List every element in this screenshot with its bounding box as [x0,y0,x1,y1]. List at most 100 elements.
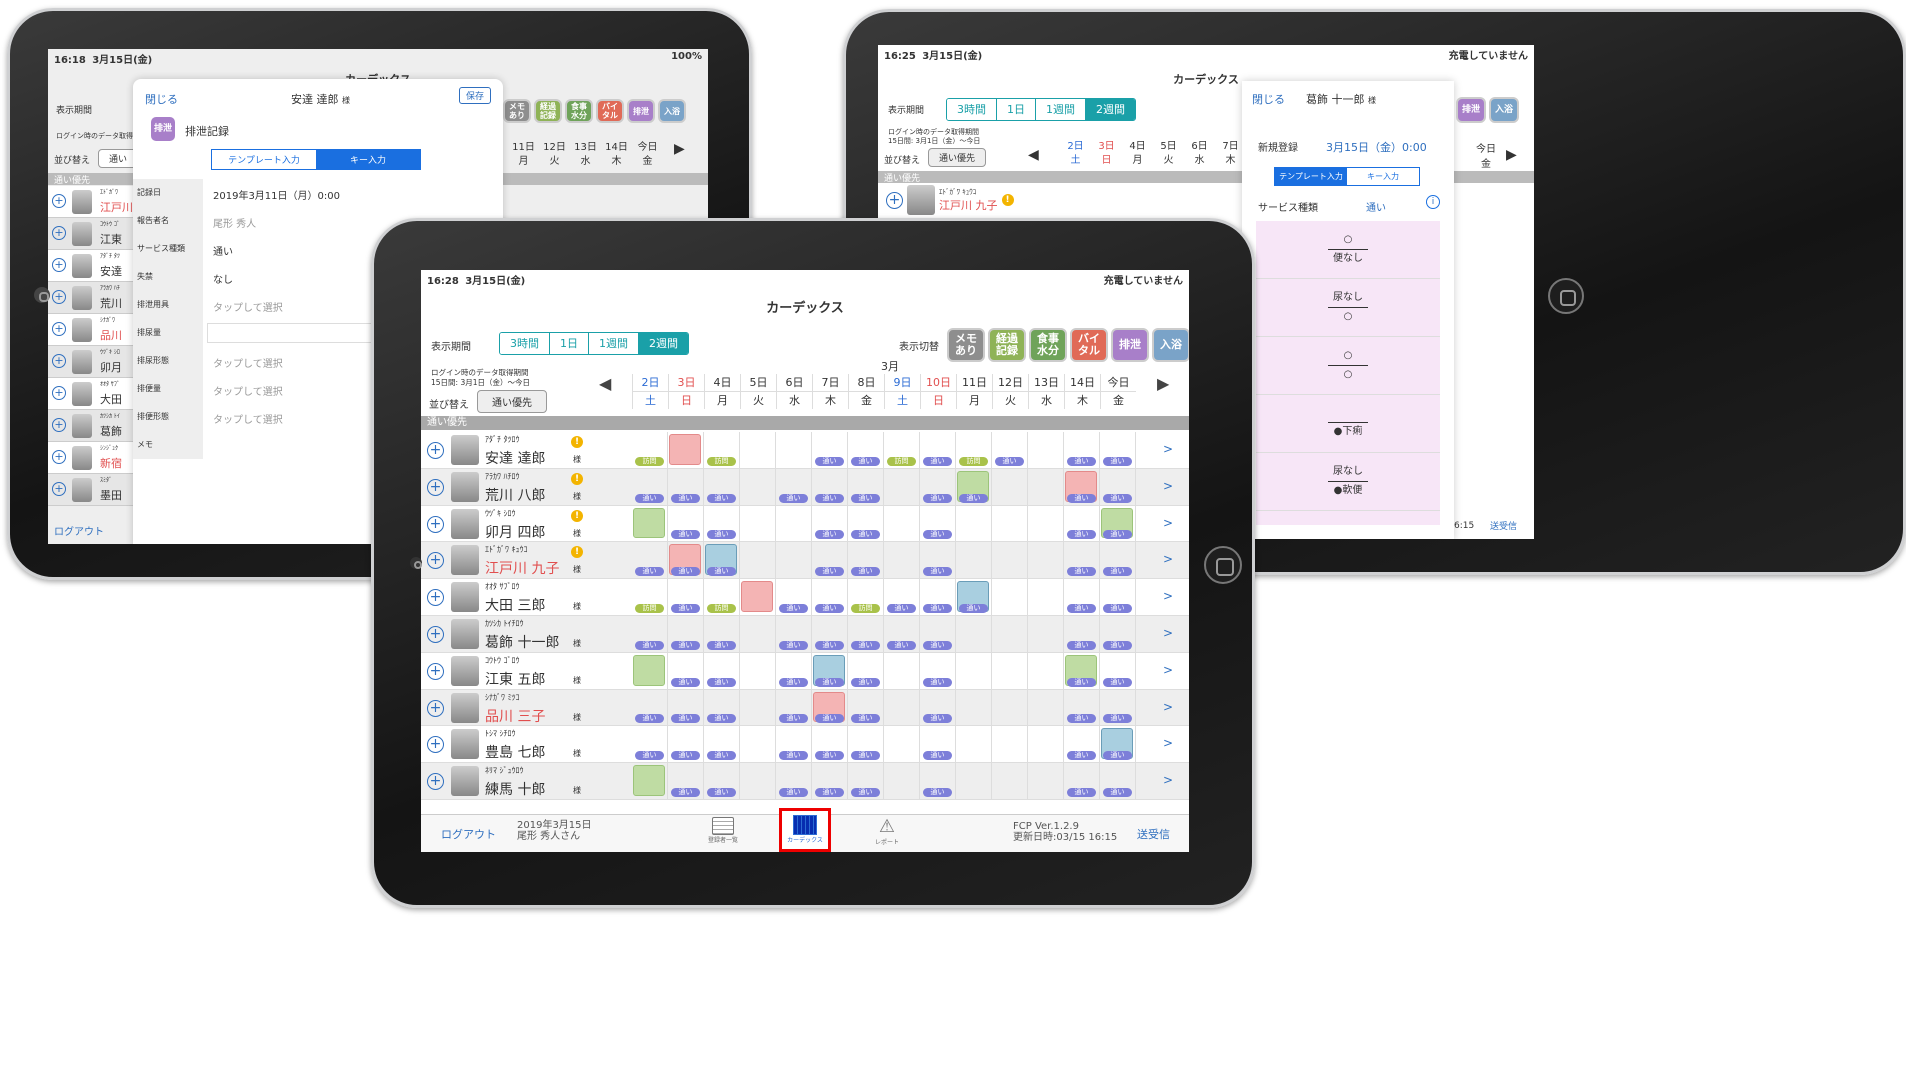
table-row[interactable]: + ﾈﾘﾏ ｼﾞｭｳﾛｳ 練馬 十郎様通い 通い 通い 通い 通い 通い 通い 通い > [421,763,1189,800]
day-cell[interactable] [992,652,1028,690]
add-record-icon[interactable]: + [52,418,66,432]
view-toggle-button[interactable]: 食事 水分 [1029,328,1067,362]
record-field-row[interactable]: 記録日 2019年3月11日（月）0:00 [133,179,503,207]
day-cell[interactable]: 通い [668,542,704,580]
day-cell[interactable] [1028,763,1064,800]
add-record-icon[interactable]: + [427,552,444,570]
day-cell[interactable]: 通い [848,432,884,469]
day-cell[interactable] [992,763,1028,800]
resident-name[interactable]: 荒川 八郎 [485,485,545,505]
day-cell[interactable] [884,689,920,727]
day-cell[interactable]: 通い [1064,763,1100,800]
day-cell[interactable]: 通い [632,468,668,506]
add-record-icon[interactable]: + [427,699,444,717]
day-cell[interactable]: 通い [632,726,668,764]
resident-name[interactable]: 品川 [100,327,122,343]
add-record-icon[interactable]: + [52,290,66,304]
view-toggle-button[interactable]: 入浴 [1489,97,1519,123]
home-button[interactable] [1548,278,1584,314]
day-cell[interactable] [956,726,992,764]
day-cell[interactable]: 通い [704,468,740,506]
day-cell[interactable] [992,689,1028,727]
day-cell[interactable] [740,432,776,469]
row-chevron-icon[interactable]: > [1163,626,1173,640]
view-toggle-button[interactable]: メモ あり [947,328,985,362]
day-cell[interactable] [1028,652,1064,690]
day-cell[interactable]: 通い [884,616,920,653]
add-record-icon[interactable]: + [427,515,444,533]
table-row[interactable]: + ｺｳﾄｳ ｺﾞﾛｳ 江東 五郎様通い 通い 通い 通い 通い 通い 通い 通い > [421,652,1189,690]
day-cell[interactable]: 通い [1064,468,1100,506]
save-button[interactable]: 保存 [458,87,491,104]
day-cell[interactable]: 通い [1100,505,1136,543]
day-cell[interactable] [992,505,1028,543]
send-link[interactable]: 送受信 [1137,826,1170,842]
day-cell[interactable] [740,468,776,506]
send-link[interactable]: 送受信 [1490,519,1517,532]
row-chevron-icon[interactable]: > [1163,479,1173,493]
nav-report[interactable]: ⚠ レポート [867,817,907,847]
day-cell[interactable]: 通い [704,616,740,653]
day-cell[interactable]: 通い [920,726,956,764]
day-cell[interactable]: 通い [920,689,956,727]
prev-arrow-icon[interactable]: ◀ [599,374,611,393]
list-item[interactable]: + ｺｳﾄｳ ｺﾞ 江東 [48,218,138,250]
key-tab[interactable]: キー入力 [1347,168,1419,185]
day-cell[interactable] [632,652,668,690]
row-chevron-icon[interactable]: > [1163,700,1173,714]
period-tab[interactable]: 3時間 [500,333,549,354]
day-cell[interactable]: 通い [992,432,1028,469]
day-cell[interactable] [632,505,668,543]
day-cell[interactable]: 通い [920,763,956,800]
field-value[interactable]: なし [213,271,233,286]
view-toggle-button[interactable]: バイ タル [596,99,624,123]
day-cell[interactable] [776,432,812,469]
day-cell[interactable]: 通い [812,579,848,616]
service-value[interactable]: 通い [1366,199,1386,214]
resident-name[interactable]: 江東 [100,231,122,247]
day-cell[interactable]: 通い [776,468,812,506]
resident-name[interactable]: 墨田 [100,487,122,503]
field-value[interactable]: 通い [213,243,233,258]
template-item[interactable]: 尿なし ●軟便 [1256,453,1440,511]
day-cell[interactable] [668,432,704,469]
add-record-icon[interactable]: + [427,736,444,754]
add-record-icon[interactable]: + [427,662,444,680]
sort-button[interactable]: 通い優先 [477,390,547,413]
day-cell[interactable]: 通い [776,616,812,653]
resident-name[interactable]: 卯月 四郎 [485,522,545,542]
day-cell[interactable]: 通い [1064,542,1100,580]
view-toggle-button[interactable]: バイ タル [1070,328,1108,362]
add-record-icon[interactable]: + [427,773,444,791]
resident-name[interactable]: 豊島 七郎 [485,742,545,762]
day-cell[interactable] [884,505,920,543]
day-cell[interactable] [1028,579,1064,616]
resident-row[interactable]: + ｴﾄﾞｶﾞﾜ ｷｭｳｺ 江戸川 九子 ! [886,185,1014,215]
template-item[interactable]: 尿なし ○ [1256,279,1440,337]
period-tab[interactable]: 1日 [549,333,588,354]
day-cell[interactable]: 通い [1100,432,1136,469]
list-item[interactable]: + ｵｵﾀ ｻﾌﾞ 大田 [48,378,138,410]
sort-button[interactable]: 通い優先 [928,148,987,167]
add-record-icon[interactable]: + [52,258,66,272]
prev-arrow-icon[interactable]: ◀ [1028,147,1039,163]
row-chevron-icon[interactable]: > [1163,589,1173,603]
row-chevron-icon[interactable]: > [1163,736,1173,750]
day-cell[interactable]: 通い [812,432,848,469]
resident-name[interactable]: 品川 三子 [485,706,545,726]
record-block[interactable] [633,654,665,686]
table-row[interactable]: + ｼﾅｶﾞﾜ ﾐﾂｺ 品川 三子様通い 通い 通い 通い 通い 通い 通い 通い 通い > [421,689,1189,727]
day-cell[interactable] [992,616,1028,653]
field-value[interactable]: タップして選択 [213,411,283,426]
day-cell[interactable]: 通い [704,505,740,543]
day-cell[interactable]: 通い [704,652,740,690]
day-cell[interactable]: 通い [1100,652,1136,690]
day-cell[interactable]: 通い [812,763,848,800]
next-arrow-icon[interactable]: ▶ [674,141,685,157]
view-toggle-button[interactable]: 入浴 [658,99,686,123]
period-tab[interactable]: 1日 [996,99,1035,120]
field-value[interactable]: 尾形 秀人 [213,215,256,230]
resident-name[interactable]: 卯月 [100,359,122,375]
day-cell[interactable]: 通い [920,468,956,506]
list-item[interactable]: + ｼﾝｼﾞｭｸ 新宿 [48,442,138,474]
